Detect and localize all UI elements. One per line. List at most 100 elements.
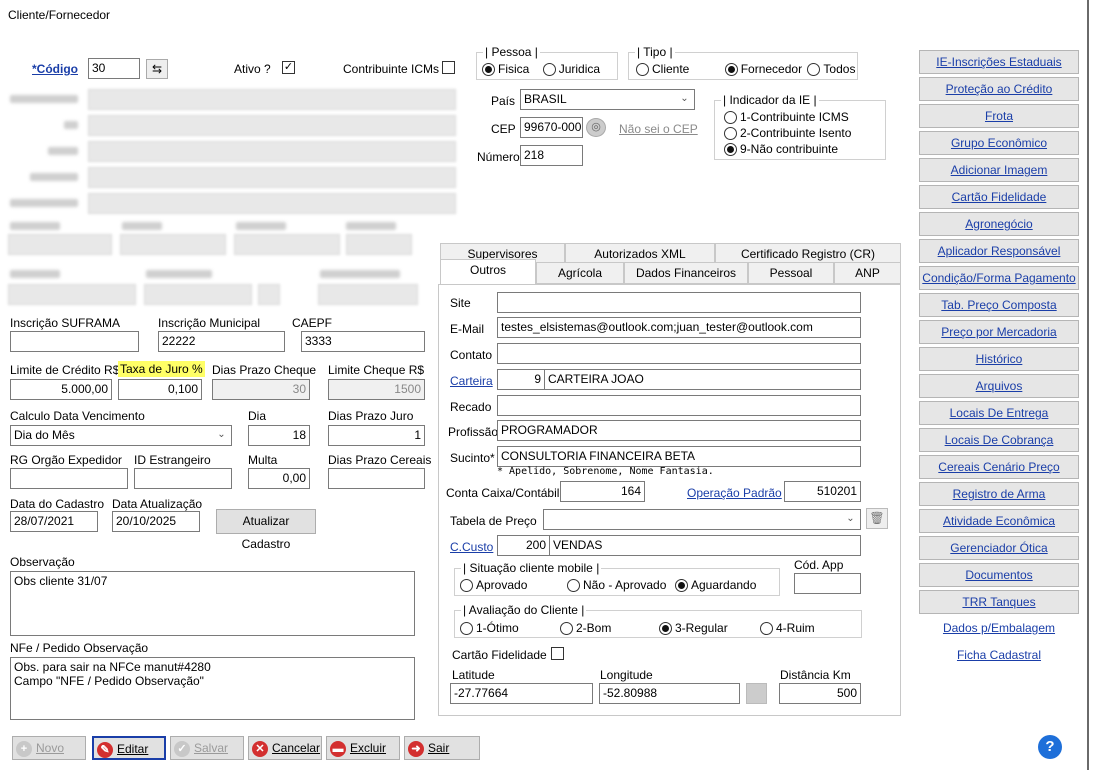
trash-icon[interactable]: 🗑: [866, 508, 888, 529]
radio-fornecedor[interactable]: Fornecedor: [724, 62, 802, 77]
data-atualizacao-input[interactable]: 20/10/2025: [112, 511, 200, 532]
pais-select[interactable]: BRASIL ⌄: [520, 89, 695, 110]
sidebar-button-documentos[interactable]: Documentos: [919, 563, 1079, 587]
contribuinte-icms-checkbox[interactable]: [442, 61, 455, 74]
excluir-button[interactable]: ▬ Excluir: [326, 736, 400, 760]
avaliacao-ruim[interactable]: 4-Ruim: [760, 621, 815, 636]
ie-option-1[interactable]: 1-Contribuinte ICMS: [724, 110, 849, 125]
suframa-input[interactable]: [10, 331, 139, 352]
code-label[interactable]: *Código: [32, 62, 78, 76]
radio-todos[interactable]: Todos: [807, 62, 855, 77]
cep-input[interactable]: 99670-000: [520, 117, 583, 138]
dias-prazo-cheque-input[interactable]: 30: [212, 379, 310, 400]
avaliacao-regular[interactable]: 3-Regular: [659, 621, 728, 636]
numero-input[interactable]: 218: [520, 145, 583, 166]
tab-anp[interactable]: ANP: [834, 262, 901, 284]
sidebar-button-adicionar-imagem[interactable]: Adicionar Imagem: [919, 158, 1079, 182]
email-input[interactable]: testes_elsistemas@outlook.com;juan_teste…: [497, 317, 861, 338]
limite-credito-input[interactable]: 5.000,00: [10, 379, 112, 400]
sidebar-button-condicao-pagamento[interactable]: Condição/Forma Pagamento: [919, 266, 1079, 290]
profissao-input[interactable]: PROGRAMADOR: [497, 420, 861, 441]
avaliacao-otimo[interactable]: 1-Ótimo: [460, 621, 519, 636]
tab-agricola[interactable]: Agrícola: [536, 262, 624, 284]
code-search-button[interactable]: ⇆: [146, 59, 168, 79]
sidebar-button-agronegocio[interactable]: Agronegócio: [919, 212, 1079, 236]
latitude-input[interactable]: -27.77664: [450, 683, 593, 704]
distancia-input[interactable]: 500: [779, 683, 861, 704]
salvar-button[interactable]: ✓ Salvar: [170, 736, 244, 760]
atualizar-cadastro-button[interactable]: Atualizar Cadastro: [216, 509, 316, 551]
sucinto-input[interactable]: CONSULTORIA FINANCEIRA BETA: [497, 446, 861, 467]
sidebar-button-trr-tanques[interactable]: TRR Tanques: [919, 590, 1079, 614]
tabela-preco-select[interactable]: ⌄: [543, 509, 861, 530]
operacao-input[interactable]: 510201: [784, 481, 861, 502]
dias-prazo-cereais-input[interactable]: [328, 468, 425, 489]
id-estrangeiro-input[interactable]: [134, 468, 232, 489]
sidebar-button-tab-preco-composta[interactable]: Tab. Preço Composta: [919, 293, 1079, 317]
radio-juridica[interactable]: Juridica: [542, 62, 600, 77]
sidebar-button-cartao-fidelidade[interactable]: Cartão Fidelidade: [919, 185, 1079, 209]
sidebar-button-registro-arma[interactable]: Registro de Arma: [919, 482, 1079, 506]
ie-option-9[interactable]: 9-Não contribuinte: [724, 142, 838, 157]
sidebar-button-frota[interactable]: Frota: [919, 104, 1079, 128]
caepf-input[interactable]: 3333: [301, 331, 425, 352]
sair-button[interactable]: ➜ Sair: [404, 736, 480, 760]
situacao-aguardando[interactable]: Aguardando: [675, 578, 756, 593]
ativo-checkbox[interactable]: ✓: [282, 61, 295, 74]
sidebar-button-locais-cobranca[interactable]: Locais De Cobrança: [919, 428, 1079, 452]
help-icon[interactable]: ?: [1038, 735, 1062, 759]
longitude-input[interactable]: -52.80988: [599, 683, 740, 704]
sidebar-button-grupo-economico[interactable]: Grupo Econômico: [919, 131, 1079, 155]
cartao-fidelidade-checkbox[interactable]: [551, 647, 564, 660]
carteira-name-input[interactable]: CARTEIRA JOAO: [544, 369, 861, 390]
sidebar-button-atividade-economica[interactable]: Atividade Econômica: [919, 509, 1079, 533]
sidebar-button-cereais-cenario-preco[interactable]: Cereais Cenário Preço: [919, 455, 1079, 479]
cancelar-button[interactable]: ✕ Cancelar: [248, 736, 322, 760]
operacao-padrao-link[interactable]: Operação Padrão: [687, 486, 782, 500]
ccusto-name-input[interactable]: VENDAS: [549, 535, 861, 556]
editar-button[interactable]: ✎ Editar: [92, 736, 166, 760]
municipal-input[interactable]: 22222: [158, 331, 285, 352]
novo-button[interactable]: + Novo: [12, 736, 86, 760]
rg-input[interactable]: [10, 468, 128, 489]
tab-outros[interactable]: Outros: [440, 259, 536, 284]
limite-cheque-input[interactable]: 1500: [328, 379, 425, 400]
sidebar-button-ie-inscricoes[interactable]: IE-Inscrições Estaduais: [919, 50, 1079, 74]
situacao-aprovado[interactable]: Aprovado: [460, 578, 527, 593]
ccusto-code-input[interactable]: 200: [497, 535, 550, 556]
map-button[interactable]: [746, 683, 767, 704]
situacao-nao-aprovado[interactable]: Não - Aprovado: [567, 578, 666, 593]
observacao-textarea[interactable]: Obs cliente 31/07: [10, 571, 415, 636]
sidebar-link-dados-embalagem[interactable]: Dados p/Embalagem: [919, 617, 1079, 641]
cod-app-input[interactable]: [794, 573, 861, 594]
sidebar-link-ficha-cadastral[interactable]: Ficha Cadastral: [919, 644, 1079, 668]
tab-dados-financeiros[interactable]: Dados Financeiros: [624, 262, 748, 284]
code-input[interactable]: 30: [88, 58, 140, 79]
dia-input[interactable]: 18: [248, 425, 310, 446]
conta-input[interactable]: 164: [560, 481, 645, 502]
multa-input[interactable]: 0,00: [248, 468, 310, 489]
taxa-juro-input[interactable]: 0,100: [118, 379, 202, 400]
ie-option-2[interactable]: 2-Contribuinte Isento: [724, 126, 851, 141]
sidebar-button-gerenciador-otica[interactable]: Gerenciador Ótica: [919, 536, 1079, 560]
avaliacao-bom[interactable]: 2-Bom: [560, 621, 611, 636]
carteira-link[interactable]: Carteira: [450, 374, 493, 388]
sidebar-button-protecao-credito[interactable]: Proteção ao Crédito: [919, 77, 1079, 101]
radio-fisica[interactable]: Fisica: [482, 62, 529, 77]
sidebar-button-arquivos[interactable]: Arquivos: [919, 374, 1079, 398]
data-cadastro-input[interactable]: 28/07/2021: [10, 511, 98, 532]
carteira-code-input[interactable]: 9: [497, 369, 545, 390]
sidebar-button-historico[interactable]: Histórico: [919, 347, 1079, 371]
sidebar-button-preco-mercadoria[interactable]: Preço por Mercadoria: [919, 320, 1079, 344]
tab-pessoal[interactable]: Pessoal: [748, 262, 834, 284]
globe-icon[interactable]: ◎: [586, 118, 606, 137]
site-input[interactable]: [497, 292, 861, 313]
cep-lookup-link[interactable]: Não sei o CEP: [619, 122, 698, 136]
contato-input[interactable]: [497, 343, 861, 364]
sidebar-button-aplicador-responsavel[interactable]: Aplicador Responsável: [919, 239, 1079, 263]
sidebar-button-locais-entrega[interactable]: Locais De Entrega: [919, 401, 1079, 425]
nfe-observacao-textarea[interactable]: Obs. para sair na NFCe manut#4280 Campo …: [10, 657, 415, 720]
dias-prazo-juro-input[interactable]: 1: [328, 425, 425, 446]
calculo-select[interactable]: Dia do Mês ⌄: [10, 425, 232, 446]
radio-cliente[interactable]: Cliente: [636, 62, 689, 77]
